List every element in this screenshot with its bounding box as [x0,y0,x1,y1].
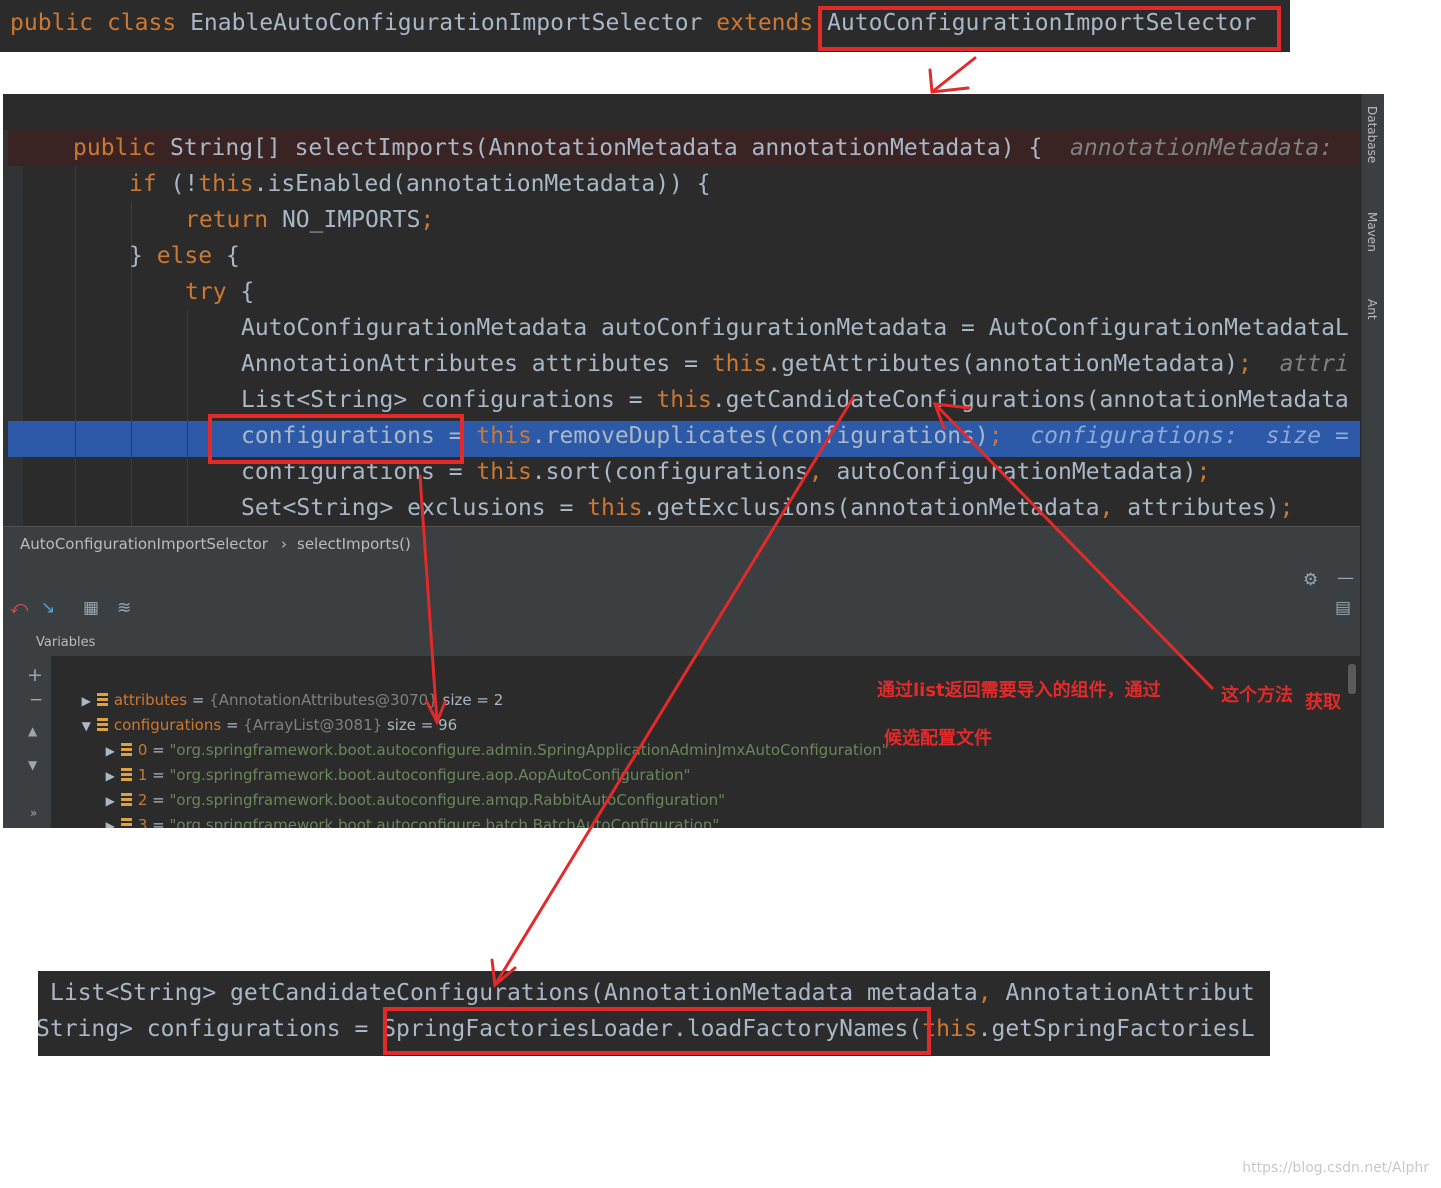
variable-row-configurations[interactable]: ▼ configurations = {ArrayList@3081} size … [53,688,458,734]
code-line-4: } else { [129,243,240,269]
breadcrumb-separator: › [281,535,287,553]
code-line-5: try { [185,279,255,305]
annotation-text-4: 候选配置文件 [884,728,992,749]
code-line-11: Set<String> exclusions = this.getExclusi… [241,495,1294,521]
class-name: EnableAutoConfigurationImportSelector [190,10,703,36]
arrow-top-to-ide [930,56,977,94]
list-item[interactable]: ▶ 0 = "org.springframework.boot.autoconfi… [77,713,889,759]
trace-icon[interactable]: ≋ [117,598,131,618]
code-editor[interactable]: public String[] selectImports(Annotation… [3,130,1360,559]
breadcrumb-class[interactable]: AutoConfigurationImportSelector [20,535,268,553]
annotation-text-3: 获取 [1305,692,1341,713]
minimize-icon[interactable]: — [1337,568,1354,588]
parent-class-highlight [818,6,1281,51]
watermark: https://blog.csdn.net/Alphr [1242,1160,1429,1176]
indent-guide [187,310,188,526]
add-watch-icon[interactable]: + [27,664,43,686]
code-line-3: return NO_IMPORTS; [185,207,435,233]
variables-title: Variables [36,635,96,650]
method-signature-line: List<String> getCandidateConfigurations(… [50,980,1255,1006]
configurations-highlight [208,414,464,464]
list-item[interactable]: ▶ 2 = "org.springframework.boot.autoconfi… [77,763,725,809]
field-icon [120,818,132,828]
step-into-icon[interactable]: ↘ [41,598,55,618]
code-line-6: AutoConfigurationMetadata autoConfigurat… [241,315,1349,341]
code-line-1: public String[] selectImports(Annotation… [73,135,1334,161]
code-line-8: List<String> configurations = this.getCa… [241,387,1349,413]
move-up-icon[interactable]: ▲ [28,724,37,738]
tab-database[interactable]: Database [1365,106,1379,163]
indent-guide [75,166,76,526]
list-item[interactable]: ▶ 3 = "org.springframework.boot.autoconfi… [77,788,719,828]
remove-watch-icon[interactable]: − [29,690,43,710]
right-tool-strip: Database Maven Ant [1361,94,1384,828]
drop-frame-icon[interactable]: ⤺ [10,598,28,618]
code-line-2: if (!this.isEnabled(annotationMetadata))… [129,171,711,197]
breadcrumb-method[interactable]: selectImports() [297,535,411,553]
layout-icon[interactable]: ▤ [1335,598,1351,618]
variables-side-toolbar: + − ▲ ▼ » [3,656,52,828]
annotation-text-2: 这个方法 [1221,685,1293,706]
arrowhead [928,68,970,94]
vertical-scrollbar[interactable] [1348,664,1356,694]
more-icon[interactable]: » [30,806,37,820]
breadcrumb: AutoConfigurationImportSelector › select… [3,526,1360,561]
code-line-7: AnnotationAttributes attributes = this.g… [241,351,1349,377]
list-item[interactable]: ▶ 1 = "org.springframework.boot.autoconfi… [77,738,691,784]
evaluate-table-icon[interactable]: ▦ [83,598,99,618]
tab-maven[interactable]: Maven [1365,212,1379,252]
editor-gutter [3,130,23,526]
debug-toolbar: ⤺ ↘ ▦ ≋ ▤ [3,594,1360,626]
tab-ant[interactable]: Ant [1365,299,1379,320]
variables-header: Variables [3,626,1360,657]
annotation-text-1: 通过list返回需要导入的组件，通过 [877,680,1161,701]
move-down-icon[interactable]: ▼ [28,758,37,772]
expand-arrow-icon[interactable]: ▶ [106,819,115,828]
class-declaration-strip: public class EnableAutoConfigurationImpo… [0,0,1290,52]
gear-icon[interactable]: ⚙ [1303,570,1318,590]
variable-row-attributes[interactable]: ▶ attributes = {AnnotationAttributes@3070… [53,663,504,709]
load-factory-names-highlight [383,1007,931,1055]
get-candidate-configurations-strip: List<String> getCandidateConfigurations(… [38,971,1270,1056]
